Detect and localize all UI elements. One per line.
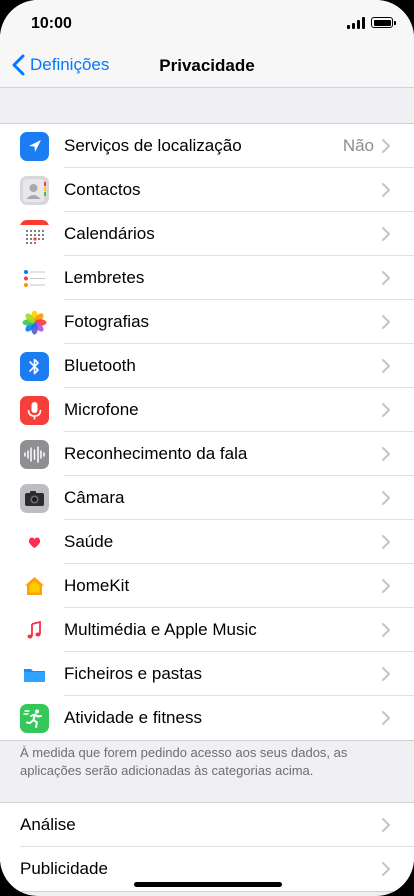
navigation-bar: Definições Privacidade [0, 44, 414, 88]
row-photos[interactable]: Fotografias [0, 300, 414, 344]
row-reminders[interactable]: Lembretes [0, 256, 414, 300]
home-icon [20, 572, 49, 601]
chevron-right-icon [382, 535, 390, 549]
row-calendars[interactable]: Calendários [0, 212, 414, 256]
row-media-apple-music[interactable]: Multimédia e Apple Music [0, 608, 414, 652]
row-bluetooth[interactable]: Bluetooth [0, 344, 414, 388]
row-label: HomeKit [64, 576, 130, 595]
row-analytics[interactable]: Análise [0, 803, 414, 847]
row-speech-recognition[interactable]: Reconhecimento da fala [0, 432, 414, 476]
chevron-right-icon [382, 579, 390, 593]
waveform-icon [20, 440, 49, 469]
chevron-right-icon [382, 271, 390, 285]
chevron-right-icon [382, 491, 390, 505]
status-time: 10:00 [31, 15, 72, 32]
analytics-advertising-group: Análise Publicidade [0, 802, 414, 892]
row-label: Bluetooth [64, 356, 136, 375]
cellular-signal-icon [347, 17, 366, 29]
microphone-icon [20, 396, 49, 425]
battery-icon [371, 17, 396, 28]
row-label: Atividade e fitness [64, 708, 202, 727]
row-contacts[interactable]: Contactos [0, 168, 414, 212]
chevron-right-icon [382, 359, 390, 373]
row-value: Não [342, 136, 374, 155]
row-label: Reconhecimento da fala [64, 444, 248, 463]
row-label: Calendários [64, 224, 155, 243]
chevron-right-icon [382, 711, 390, 725]
row-label: Multimédia e Apple Music [64, 620, 257, 639]
location-arrow-icon [20, 132, 49, 161]
photos-icon [20, 308, 49, 337]
row-label: Contactos [64, 180, 141, 199]
row-motion-fitness[interactable]: Atividade e fitness [0, 696, 414, 740]
chevron-right-icon [382, 667, 390, 681]
heart-icon [20, 528, 49, 557]
row-label: Serviços de localização [64, 136, 242, 155]
bluetooth-icon [20, 352, 49, 381]
reminders-icon [20, 264, 49, 293]
row-camera[interactable]: Câmara [0, 476, 414, 520]
row-label: Câmara [64, 488, 125, 507]
row-label: Lembretes [64, 268, 145, 287]
camera-icon [20, 484, 49, 513]
folder-icon [20, 660, 49, 689]
chevron-right-icon [382, 862, 390, 876]
row-label: Microfone [64, 400, 139, 419]
row-microphone[interactable]: Microfone [0, 388, 414, 432]
row-homekit[interactable]: HomeKit [0, 564, 414, 608]
top-area: 10:00 Definições Privacidade [0, 0, 414, 88]
row-location-services[interactable]: Serviços de localização Não [0, 124, 414, 168]
page-title: Privacidade [159, 56, 255, 75]
chevron-right-icon [382, 818, 390, 832]
row-label: Saúde [64, 532, 114, 551]
row-files-folders[interactable]: Ficheiros e pastas [0, 652, 414, 696]
row-label: Análise [20, 815, 76, 834]
music-note-icon [20, 616, 49, 645]
chevron-right-icon [382, 403, 390, 417]
screen: 10:00 Definições Privacidade Serviços de… [0, 0, 414, 896]
chevron-right-icon [382, 139, 390, 153]
chevron-right-icon [382, 227, 390, 241]
row-label: Fotografias [64, 312, 150, 331]
row-label: Ficheiros e pastas [64, 664, 202, 683]
chevron-right-icon [382, 447, 390, 461]
running-figure-icon [20, 704, 49, 733]
chevron-right-icon [382, 183, 390, 197]
home-indicator[interactable] [134, 882, 282, 887]
status-bar: 10:00 [0, 0, 414, 44]
section-footer-note: À medida que forem pedindo acesso aos se… [20, 745, 348, 778]
calendar-icon [20, 220, 49, 249]
privacy-categories-group: Serviços de localização Não Contactos Ca… [0, 123, 414, 741]
row-label: Publicidade [20, 859, 108, 878]
chevron-right-icon [382, 623, 390, 637]
row-health[interactable]: Saúde [0, 520, 414, 564]
chevron-right-icon [382, 315, 390, 329]
contacts-icon [20, 176, 49, 205]
